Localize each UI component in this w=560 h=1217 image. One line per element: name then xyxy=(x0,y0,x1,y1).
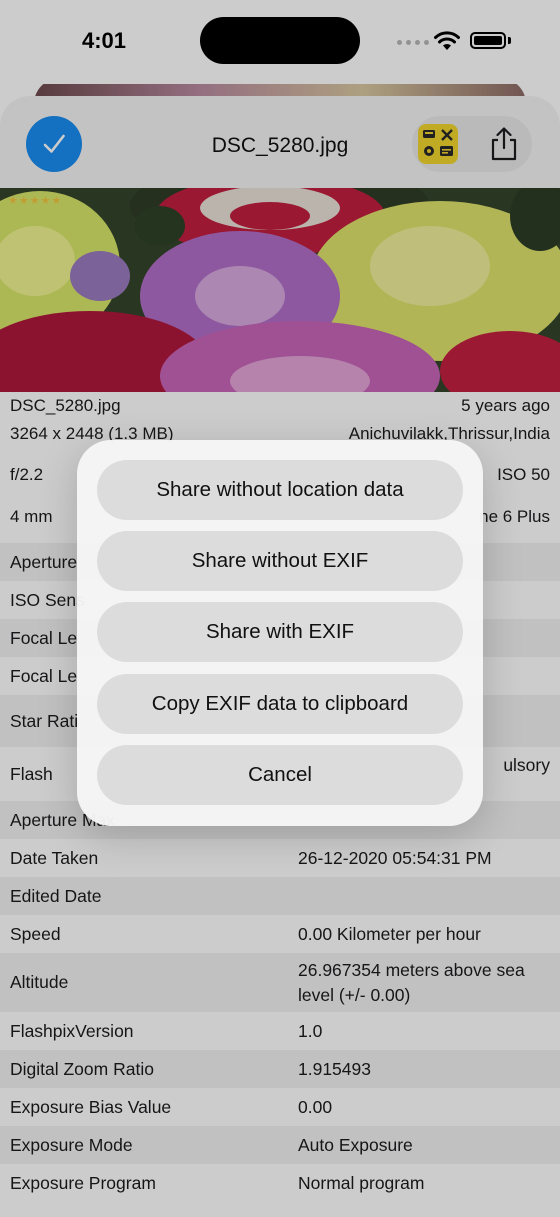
share-without-exif-button[interactable]: Share without EXIF xyxy=(97,531,463,591)
share-with-exif-button[interactable]: Share with EXIF xyxy=(97,602,463,662)
share-action-sheet: Share without location data Share withou… xyxy=(77,440,483,826)
copy-exif-button[interactable]: Copy EXIF data to clipboard xyxy=(97,674,463,734)
cancel-button[interactable]: Cancel xyxy=(97,745,463,805)
share-without-location-button[interactable]: Share without location data xyxy=(97,460,463,520)
